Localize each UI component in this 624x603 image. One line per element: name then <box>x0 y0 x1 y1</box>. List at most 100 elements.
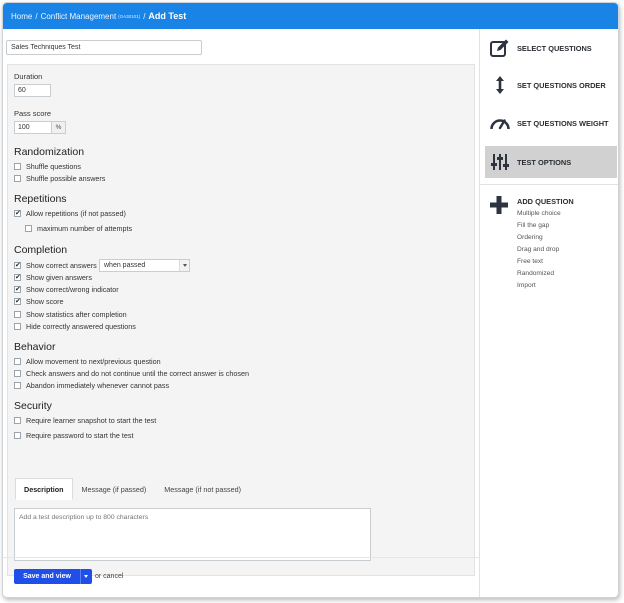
test-name-input[interactable] <box>6 40 202 55</box>
sidebar-item-set-questions-order[interactable]: SET QUESTIONS ORDER <box>485 69 617 101</box>
breadcrumb-home[interactable]: Home <box>11 12 32 21</box>
add-ordering[interactable]: Ordering <box>517 234 543 241</box>
breadcrumb-separator: / <box>143 11 146 21</box>
checkbox-label: Require password to start the test <box>26 431 134 440</box>
show-statistics-checkbox[interactable]: Show statistics after completion <box>14 310 127 319</box>
message-tabs: Description Message (if passed) Message … <box>15 478 250 500</box>
add-free-text[interactable]: Free text <box>517 258 543 265</box>
check-answers-checkbox[interactable]: Check answers and do not continue until … <box>14 369 249 378</box>
checkbox-box[interactable] <box>14 285 21 294</box>
checkbox-label: maximum number of attempts <box>37 224 133 233</box>
allow-repetitions-checkbox[interactable]: Allow repetitions (if not passed) <box>14 209 126 218</box>
sidebar-item-test-options[interactable]: TEST OPTIONS <box>485 146 617 178</box>
allow-movement-checkbox[interactable]: Allow movement to next/previous question <box>14 357 161 366</box>
show-given-answers-checkbox[interactable]: Show given answers <box>14 273 92 282</box>
save-and-view-button[interactable]: Save and view <box>14 569 80 584</box>
edit-icon <box>488 36 512 60</box>
checkbox-box[interactable] <box>14 163 21 170</box>
sidebar-item-label: TEST OPTIONS <box>517 157 572 167</box>
page-title: Add Test <box>148 11 187 21</box>
pass-score-label: Pass score <box>14 109 52 118</box>
checkbox-box[interactable] <box>14 261 21 270</box>
checkbox-label: Show correct answers <box>26 261 97 270</box>
checkbox-label: Check answers and do not continue until … <box>26 369 249 378</box>
cancel-link[interactable]: or cancel <box>95 573 123 580</box>
checkbox-label: Show given answers <box>26 273 92 282</box>
require-password-checkbox[interactable]: Require password to start the test <box>14 431 133 440</box>
sidebar-divider <box>480 184 618 185</box>
sliders-icon <box>488 150 512 174</box>
breadcrumb-separator: / <box>35 11 38 21</box>
sidebar-item-set-questions-weight[interactable]: SET QUESTIONS WEIGHT <box>485 107 617 139</box>
vertical-arrows-icon <box>488 73 512 97</box>
add-drag-and-drop[interactable]: Drag and drop <box>517 246 559 253</box>
shuffle-questions-checkbox[interactable]: Shuffle questions <box>14 162 81 171</box>
right-sidebar: SELECT QUESTIONS SET QUESTIONS ORDER SET… <box>479 29 618 597</box>
app-window: Home / Conflict Management (GA30101) / A… <box>2 2 619 598</box>
duration-label: Duration <box>14 72 43 81</box>
checkbox-label: Show statistics after completion <box>26 310 127 319</box>
section-repetitions: Repetitions <box>14 193 67 205</box>
breadcrumb-course-code: (GA30101) <box>118 13 141 19</box>
show-score-checkbox[interactable]: Show score <box>14 297 64 306</box>
select-value: when passed <box>104 262 146 269</box>
checkbox-box[interactable] <box>14 209 21 218</box>
section-completion: Completion <box>14 244 68 256</box>
section-randomization: Randomization <box>14 146 85 158</box>
checkbox-label: Show correct/wrong indicator <box>26 285 119 294</box>
checkbox-label: Require learner snapshot to start the te… <box>26 416 157 425</box>
tab-message-not-passed[interactable]: Message (if not passed) <box>155 478 250 500</box>
pass-score-input[interactable] <box>14 121 52 134</box>
tab-message-passed[interactable]: Message (if passed) <box>73 478 156 500</box>
checkbox-box[interactable] <box>14 273 21 282</box>
add-import[interactable]: Import <box>517 282 536 289</box>
add-randomized[interactable]: Randomized <box>517 270 554 277</box>
sidebar-item-label: SET QUESTIONS WEIGHT <box>517 118 609 128</box>
checkbox-label: Shuffle questions <box>26 162 82 171</box>
checkbox-box[interactable] <box>14 370 21 377</box>
gauge-icon <box>488 111 512 135</box>
test-options-panel: Duration Pass score % Randomization Shuf… <box>7 64 475 576</box>
require-snapshot-checkbox[interactable]: Require learner snapshot to start the te… <box>14 416 156 425</box>
shuffle-answers-checkbox[interactable]: Shuffle possible answers <box>14 174 105 183</box>
footer-divider <box>3 557 479 558</box>
show-correct-answers-checkbox[interactable]: Show correct answers <box>14 261 97 270</box>
checkbox-box[interactable] <box>14 382 21 389</box>
section-security: Security <box>14 400 52 412</box>
checkbox-box[interactable] <box>14 175 21 182</box>
duration-input[interactable] <box>14 84 51 97</box>
save-dropdown-caret-icon[interactable] <box>80 569 92 584</box>
max-attempts-checkbox[interactable]: maximum number of attempts <box>25 224 132 233</box>
show-correct-when-select[interactable]: when passed <box>99 259 190 272</box>
checkbox-box[interactable] <box>25 225 32 232</box>
show-indicator-checkbox[interactable]: Show correct/wrong indicator <box>14 285 119 294</box>
abandon-checkbox[interactable]: Abandon immediately whenever cannot pass <box>14 381 169 390</box>
breadcrumb-course[interactable]: Conflict Management <box>41 12 117 21</box>
checkbox-label: Show score <box>26 297 64 306</box>
breadcrumb: Home / Conflict Management (GA30101) / A… <box>3 3 618 29</box>
checkbox-box[interactable] <box>14 323 21 330</box>
checkbox-box[interactable] <box>14 432 21 439</box>
tab-description[interactable]: Description <box>15 478 73 500</box>
add-fill-the-gap[interactable]: Fill the gap <box>517 222 549 229</box>
hide-correct-checkbox[interactable]: Hide correctly answered questions <box>14 322 136 331</box>
percent-addon: % <box>52 121 66 134</box>
checkbox-box[interactable] <box>14 297 21 306</box>
sidebar-item-select-questions[interactable]: SELECT QUESTIONS <box>485 32 617 64</box>
main-content: Duration Pass score % Randomization Shuf… <box>3 29 479 597</box>
sidebar-item-label: SET QUESTIONS ORDER <box>517 80 606 90</box>
add-multiple-choice[interactable]: Multiple choice <box>517 210 561 217</box>
add-question-title[interactable]: ADD QUESTION <box>517 197 574 206</box>
checkbox-box[interactable] <box>14 417 21 424</box>
plus-icon[interactable] <box>489 195 509 215</box>
checkbox-label: Shuffle possible answers <box>26 174 106 183</box>
checkbox-label: Hide correctly answered questions <box>26 322 136 331</box>
chevron-down-icon[interactable] <box>179 260 189 271</box>
checkbox-box[interactable] <box>14 358 21 365</box>
section-behavior: Behavior <box>14 341 56 353</box>
checkbox-label: Allow repetitions (if not passed) <box>26 209 126 218</box>
sidebar-item-label: SELECT QUESTIONS <box>517 43 592 53</box>
checkbox-label: Allow movement to next/previous question <box>26 357 161 366</box>
checkbox-box[interactable] <box>14 311 21 318</box>
description-textarea[interactable] <box>14 508 371 561</box>
